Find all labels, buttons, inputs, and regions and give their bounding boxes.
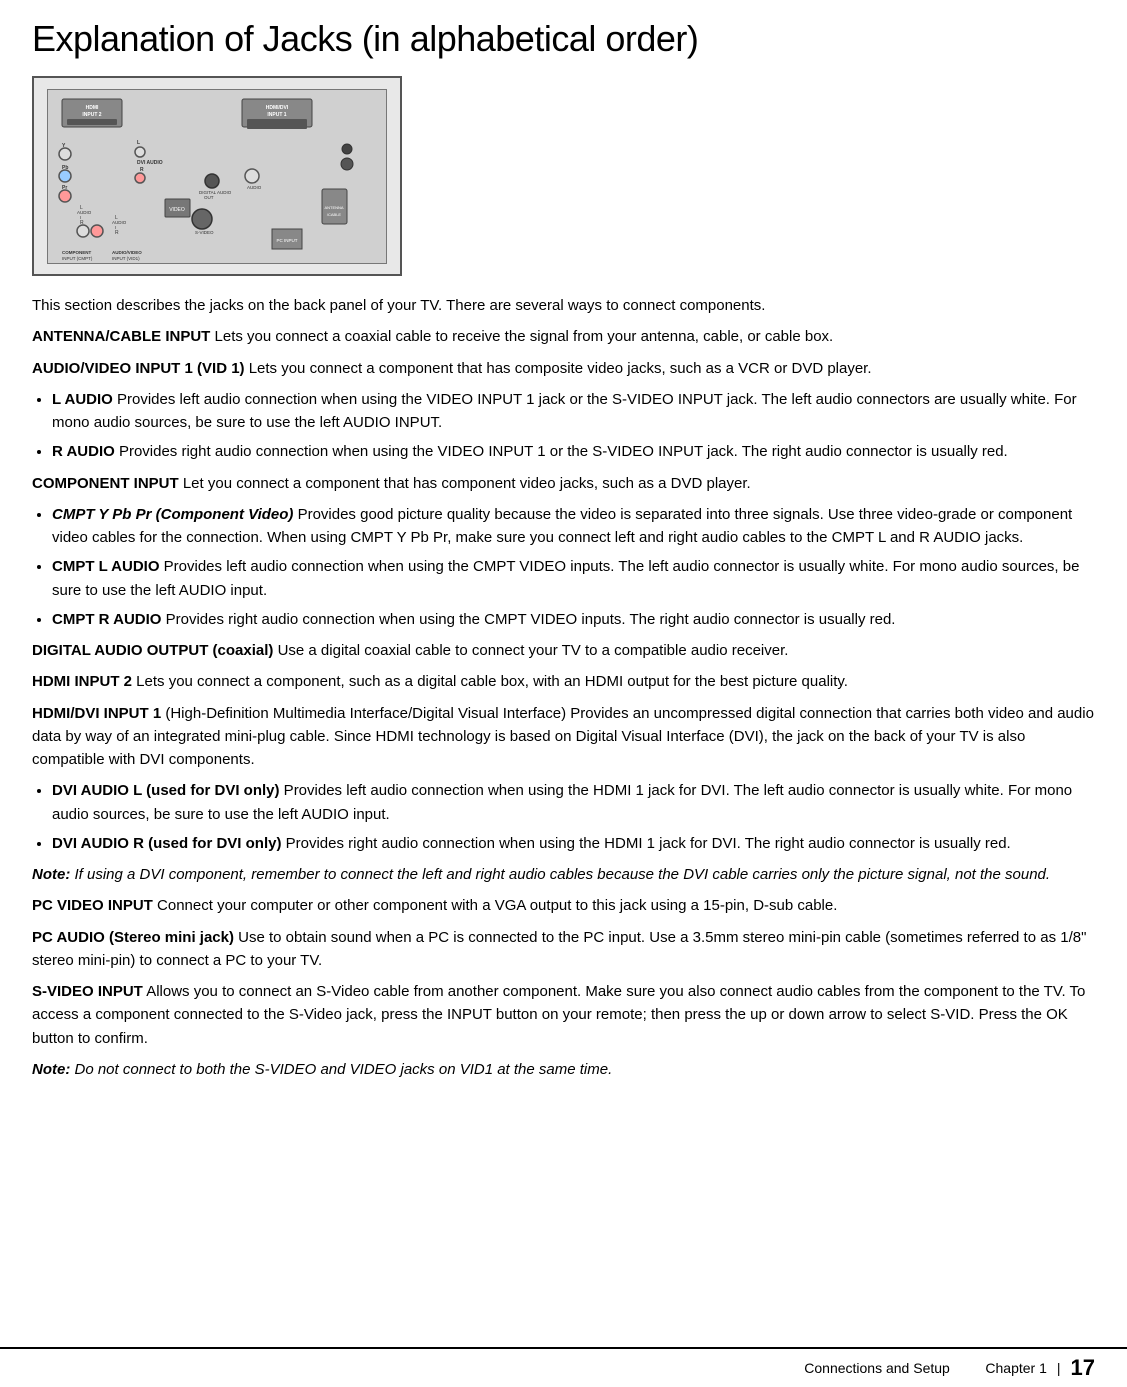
svideo-note: Note: Do not connect to both the S-VIDEO… xyxy=(32,1058,1095,1081)
hdmi-dvi-text: (High-Definition Multimedia Interface/Di… xyxy=(32,705,1094,769)
svg-text:R: R xyxy=(140,167,144,173)
audio-video-bullets: L AUDIO Provides left audio connection w… xyxy=(52,388,1095,464)
audio-video-label: AUDIO/VIDEO INPUT 1 (VID 1) xyxy=(32,360,245,377)
cmpt-r-audio-text: Provides right audio connection when usi… xyxy=(161,611,895,628)
list-item: CMPT L AUDIO Provides left audio connect… xyxy=(52,555,1095,602)
svideo-label: S-VIDEO INPUT xyxy=(32,983,143,1000)
svideo-note-label: Note: xyxy=(32,1061,70,1078)
cmpt-ypbpr-label: CMPT Y Pb Pr (Component Video) xyxy=(52,506,293,523)
pc-video-section: PC VIDEO INPUT Connect your computer or … xyxy=(32,894,1095,917)
digital-audio-section: DIGITAL AUDIO OUTPUT (coaxial) Use a dig… xyxy=(32,639,1095,662)
r-audio-label: R AUDIO xyxy=(52,443,115,460)
hdmi2-label: HDMI INPUT 2 xyxy=(32,673,132,690)
svg-text:PC INPUT: PC INPUT xyxy=(276,238,297,243)
digital-audio-label: DIGITAL AUDIO OUTPUT (coaxial) xyxy=(32,642,273,659)
hdmi-dvi-label: HDMI/DVI INPUT 1 xyxy=(32,705,161,722)
svg-text:INPUT 2: INPUT 2 xyxy=(82,112,101,118)
back-panel-diagram: HDMI INPUT 2 HDMI/DVI INPUT 1 Y Pb Pr L … xyxy=(32,76,402,276)
footer-separator xyxy=(960,1360,976,1376)
svg-text:/CABLE: /CABLE xyxy=(327,212,342,217)
component-section: COMPONENT INPUT Let you connect a compon… xyxy=(32,472,1095,495)
list-item: L AUDIO Provides left audio connection w… xyxy=(52,388,1095,435)
component-label: COMPONENT INPUT xyxy=(32,475,179,492)
digital-audio-text: Use a digital coaxial cable to connect y… xyxy=(273,642,788,659)
footer-section-label: Connections and Setup xyxy=(804,1360,950,1376)
svg-text:S-VIDEO: S-VIDEO xyxy=(195,230,214,235)
hdmi2-text: Lets you connect a component, such as a … xyxy=(132,673,848,690)
svg-text:INPUT 1: INPUT 1 xyxy=(267,112,286,118)
cmpt-l-audio-text: Provides left audio connection when usin… xyxy=(52,558,1079,598)
footer: Connections and Setup Chapter 1 | 17 xyxy=(0,1347,1127,1387)
svg-text:R: R xyxy=(115,230,119,236)
list-item: DVI AUDIO R (used for DVI only) Provides… xyxy=(52,832,1095,855)
l-audio-text: Provides left audio connection when usin… xyxy=(52,391,1077,431)
svg-text:OUT: OUT xyxy=(204,195,214,200)
content-area: This section describes the jacks on the … xyxy=(32,294,1095,1081)
pc-video-label: PC VIDEO INPUT xyxy=(32,897,153,914)
svg-text:ANTENNA: ANTENNA xyxy=(324,205,343,210)
hdmi-dvi-bullets: DVI AUDIO L (used for DVI only) Provides… xyxy=(52,779,1095,855)
page-title: Explanation of Jacks (in alphabetical or… xyxy=(32,18,1095,60)
svg-text:L: L xyxy=(137,140,140,146)
audio-video-text: Lets you connect a component that has co… xyxy=(245,360,872,377)
hdmi-dvi-section: HDMI/DVI INPUT 1 (High-Definition Multim… xyxy=(32,702,1095,772)
l-audio-label: L AUDIO xyxy=(52,391,113,408)
dvi-audio-l-label: DVI AUDIO L (used for DVI only) xyxy=(52,782,280,799)
dvi-audio-r-label: DVI AUDIO R (used for DVI only) xyxy=(52,835,281,852)
hdmi2-section: HDMI INPUT 2 Lets you connect a componen… xyxy=(32,670,1095,693)
svg-text:VIDEO: VIDEO xyxy=(169,207,185,213)
pc-video-text: Connect your computer or other component… xyxy=(153,897,838,914)
footer-page-number: 17 xyxy=(1071,1355,1095,1381)
list-item: R AUDIO Provides right audio connection … xyxy=(52,440,1095,463)
list-item: DVI AUDIO L (used for DVI only) Provides… xyxy=(52,779,1095,826)
svg-text:AUDIO/VIDEO: AUDIO/VIDEO xyxy=(112,250,142,255)
component-text: Let you connect a component that has com… xyxy=(179,475,751,492)
svideo-text: Allows you to connect an S-Video cable f… xyxy=(32,983,1085,1047)
dvi-audio-r-text: Provides right audio connection when usi… xyxy=(281,835,1010,852)
pc-audio-section: PC AUDIO (Stereo mini jack) Use to obtai… xyxy=(32,926,1095,973)
dvi-note-label: Note: xyxy=(32,866,70,883)
component-bullets: CMPT Y Pb Pr (Component Video) Provides … xyxy=(52,503,1095,631)
svg-text:INPUT (CMPT): INPUT (CMPT) xyxy=(62,256,93,261)
cmpt-r-audio-label: CMPT R AUDIO xyxy=(52,611,161,628)
svg-text:HDMI/DVI: HDMI/DVI xyxy=(266,105,289,111)
cmpt-l-audio-label: CMPT L AUDIO xyxy=(52,558,160,575)
r-audio-text: Provides right audio connection when usi… xyxy=(115,443,1008,460)
svg-text:DVI AUDIO: DVI AUDIO xyxy=(137,160,163,166)
svg-text:HDMI: HDMI xyxy=(86,105,99,111)
dvi-note-text: If using a DVI component, remember to co… xyxy=(70,866,1050,883)
svg-text:INPUT (VID1): INPUT (VID1) xyxy=(112,256,140,261)
antenna-label: ANTENNA/CABLE INPUT xyxy=(32,328,210,345)
list-item: CMPT Y Pb Pr (Component Video) Provides … xyxy=(52,503,1095,550)
antenna-section: ANTENNA/CABLE INPUT Lets you connect a c… xyxy=(32,325,1095,348)
dvi-note: Note: If using a DVI component, remember… xyxy=(32,863,1095,886)
footer-bar-separator: | xyxy=(1057,1360,1061,1376)
list-item: CMPT R AUDIO Provides right audio connec… xyxy=(52,608,1095,631)
svideo-section: S-VIDEO INPUT Allows you to connect an S… xyxy=(32,980,1095,1050)
antenna-text: Lets you connect a coaxial cable to rece… xyxy=(210,328,833,345)
svideo-note-text: Do not connect to both the S-VIDEO and V… xyxy=(70,1061,612,1078)
svg-text:AUDIO: AUDIO xyxy=(247,185,262,190)
svg-text:COMPONENT: COMPONENT xyxy=(62,250,92,255)
pc-audio-label: PC AUDIO (Stereo mini jack) xyxy=(32,929,234,946)
audio-video-section: AUDIO/VIDEO INPUT 1 (VID 1) Lets you con… xyxy=(32,357,1095,380)
footer-chapter-label: Chapter 1 xyxy=(985,1360,1046,1376)
intro-text: This section describes the jacks on the … xyxy=(32,294,1095,317)
